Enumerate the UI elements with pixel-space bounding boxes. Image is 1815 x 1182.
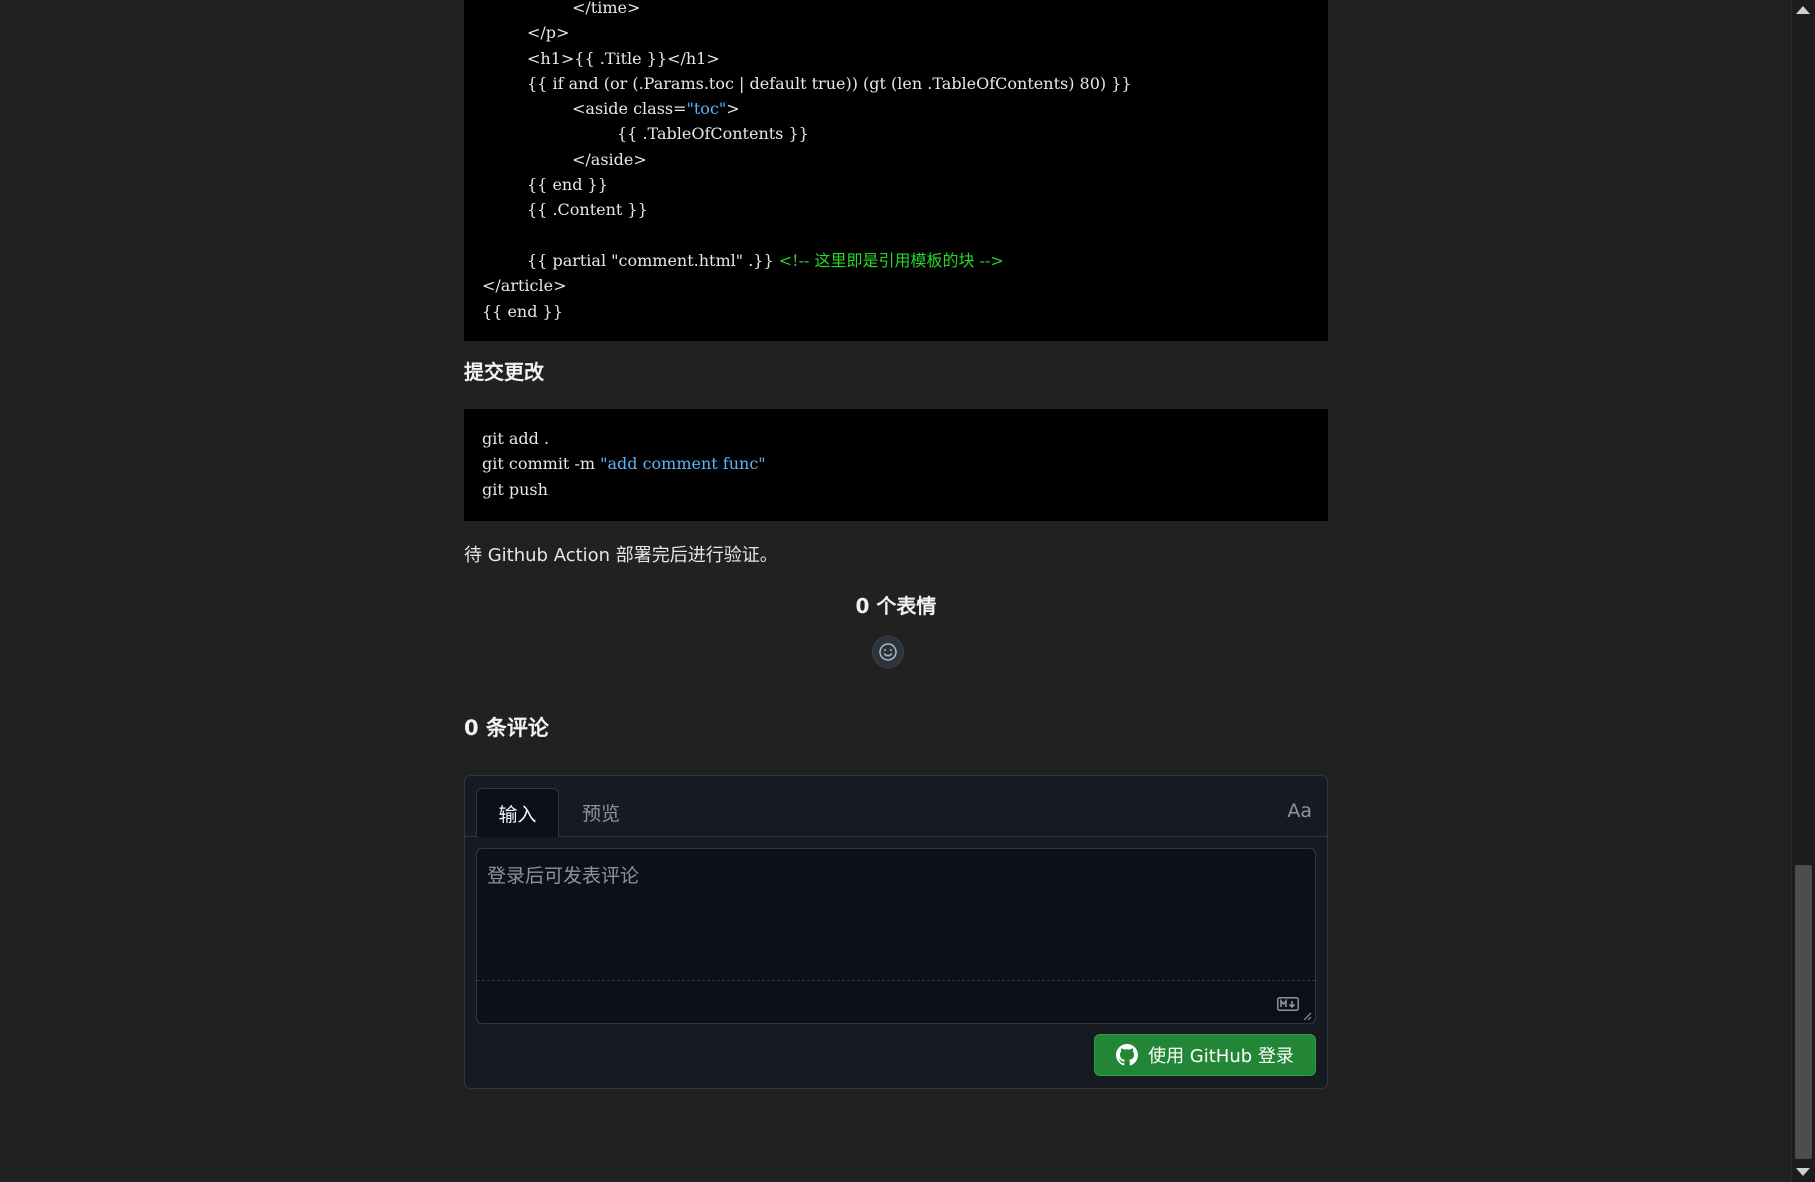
code-token: {{ .Content }} (527, 200, 648, 220)
code-block-template: </time> </p> <h1>{{ .Title }}</h1> {{ if an… (464, 0, 1328, 341)
code-comment: <!-- 这里即是引用模板的块 --> (778, 250, 1004, 270)
code-token: {{ end }} (527, 175, 608, 195)
code-token: {{ partial "comment.html" .}} (527, 250, 779, 270)
code-token: git commit -m (482, 454, 601, 474)
smiley-icon (879, 643, 897, 661)
code-token: <aside class= (572, 99, 687, 119)
code-token: {{ end }} (482, 301, 563, 321)
code-token: git add . (482, 429, 550, 448)
code-token: </time> (572, 0, 641, 17)
code-line: </article> (482, 273, 1310, 298)
vertical-scrollbar[interactable] (1791, 0, 1815, 1182)
code-line: <h1>{{ .Title }}</h1> (482, 46, 1310, 71)
code-line: </p> (482, 20, 1310, 45)
scrollbar-thumb[interactable] (1795, 865, 1812, 1159)
code-string: "add comment func" (600, 454, 766, 474)
code-token: git push (482, 479, 548, 499)
code-line: </aside> (482, 147, 1310, 172)
tab-write[interactable]: 输入 (476, 788, 559, 837)
code-line: {{ end }} (482, 299, 1310, 324)
paragraph-verify: 待 Github Action 部署完后进行验证。 (464, 545, 778, 566)
code-line: git commit -m "add comment func" (482, 451, 1310, 476)
github-icon (1116, 1044, 1139, 1066)
code-token: > (726, 99, 740, 119)
comment-input-area[interactable]: 登录后可发表评论 (476, 848, 1316, 1024)
code-token: </aside> (572, 149, 647, 169)
code-line: {{ if and (or (.Params.toc | default tru… (482, 71, 1310, 96)
tab-preview[interactable]: 预览 (569, 788, 633, 837)
github-login-button[interactable]: 使用 GitHub 登录 (1094, 1034, 1316, 1076)
section-heading: 提交更改 (464, 360, 544, 384)
resize-handle-icon[interactable] (1302, 1011, 1312, 1021)
code-line: </time> (482, 0, 1310, 20)
github-login-label: 使用 GitHub 登录 (1148, 1046, 1294, 1067)
scroll-down-arrow-icon[interactable] (1796, 1168, 1810, 1176)
code-line: <aside class="toc"> (482, 96, 1310, 121)
code-line: {{ .TableOfContents }} (482, 121, 1310, 146)
code-line: {{ partial "comment.html" .}} <!-- 这里即是引… (482, 248, 1310, 273)
markdown-icon (1277, 997, 1299, 1011)
code-token: <h1>{{ .Title }}</h1> (527, 48, 720, 68)
scroll-up-arrow-icon[interactable] (1796, 6, 1810, 14)
code-line: {{ end }} (482, 172, 1310, 197)
code-line: git add . (482, 426, 1310, 451)
code-token: {{ if and (or (.Params.toc | default tru… (527, 73, 1132, 93)
comment-textarea[interactable]: 登录后可发表评论 (477, 849, 1315, 981)
reactions-title: 0 个表情 (855, 594, 937, 618)
code-token: </article> (482, 276, 567, 296)
comment-box: 输入 预览 Aa 登录后可发表评论 使用 GitHub 登录 (464, 775, 1328, 1089)
comment-tabbar: 输入 预览 Aa (465, 776, 1327, 837)
add-reaction-button[interactable] (872, 636, 904, 668)
comments-title: 0 条评论 (464, 716, 549, 740)
text-size-toggle[interactable]: Aa (1287, 800, 1312, 822)
code-line: git push (482, 477, 1310, 502)
code-token: {{ .TableOfContents }} (617, 124, 809, 144)
code-string: "toc" (686, 99, 727, 119)
code-line: {{ .Content }} (482, 197, 1310, 222)
code-block-git: git add . git commit -m "add comment func… (464, 409, 1328, 521)
code-token: </p> (527, 23, 570, 43)
